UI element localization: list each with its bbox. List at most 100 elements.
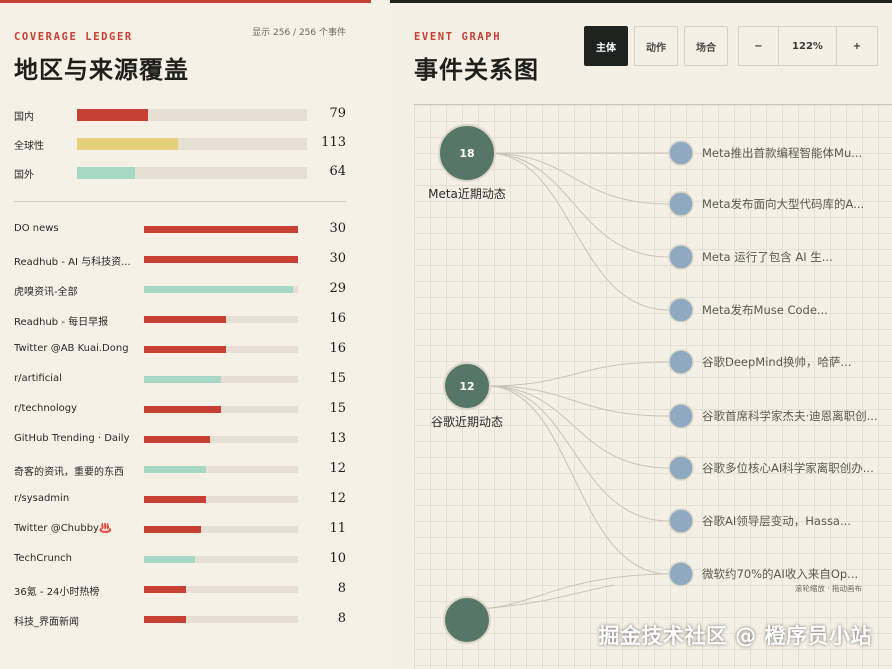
graph-edge <box>463 573 670 611</box>
source-label: r/technology <box>14 403 78 414</box>
source-bar-track <box>144 466 298 473</box>
event-label: 微软约70%的AI收入来自Op... <box>702 567 858 581</box>
source-bar-fill <box>144 376 221 383</box>
source-bar-fill <box>144 526 201 533</box>
source-bar-track <box>144 226 298 233</box>
source-bar-track <box>144 436 298 443</box>
source-label: GitHub Trending · Daily <box>14 433 130 444</box>
source-count: 15 <box>329 371 346 386</box>
mode-tab-occasion[interactable]: 场合 <box>684 26 728 66</box>
event-count-text: 显示 256 / 256 个事件 <box>252 28 346 38</box>
source-row[interactable]: Readhub - 每日早报 16 <box>14 311 346 328</box>
event-label: Meta 运行了包含 AI 生... <box>702 250 833 264</box>
source-bar-track <box>144 586 298 593</box>
event-node[interactable] <box>668 561 694 587</box>
event-node[interactable] <box>668 508 694 534</box>
source-bar-track <box>144 406 298 413</box>
source-bar-track <box>144 346 298 353</box>
source-label: r/artificial <box>14 373 62 384</box>
graph-title: 事件关系图 <box>414 55 539 84</box>
source-count: 13 <box>329 431 346 446</box>
region-bar-fill <box>77 138 179 150</box>
graph-edge <box>486 152 670 311</box>
source-row[interactable]: Readhub - AI 与科技资... 30 <box>14 251 346 268</box>
source-bar-fill <box>144 496 206 503</box>
graph-kicker: EVENT GRAPH <box>414 31 502 43</box>
event-node[interactable] <box>668 455 694 481</box>
divider <box>14 201 346 202</box>
panel-accent-bar <box>0 0 371 3</box>
event-node[interactable] <box>668 140 694 166</box>
source-row[interactable]: Twitter @Chubby♨️ 11 <box>14 521 346 538</box>
mode-tab-subject[interactable]: 主体 <box>584 26 628 66</box>
source-label: 奇客的资讯，重要的东西 <box>14 467 124 478</box>
event-label: Meta发布Muse Code... <box>702 303 828 317</box>
region-bar-track <box>77 167 307 179</box>
source-row[interactable]: 科技_界面新闻 8 <box>14 611 346 628</box>
event-node[interactable] <box>668 403 694 429</box>
region-label: 全球性 <box>14 141 44 152</box>
region-bar-track <box>77 109 307 121</box>
source-row[interactable]: Twitter @AB Kuai.Dong 16 <box>14 341 346 358</box>
source-label: 科技_界面新闻 <box>14 617 79 628</box>
region-row[interactable]: 全球性 113 <box>14 135 346 152</box>
source-row[interactable]: TechCrunch 10 <box>14 551 346 568</box>
source-count: 12 <box>329 491 346 506</box>
source-row[interactable]: r/artificial 15 <box>14 371 346 388</box>
graph-edge <box>486 152 670 205</box>
source-count: 30 <box>329 221 346 236</box>
source-bar-fill <box>144 226 298 233</box>
zoom-controls: − 122% + <box>738 26 878 66</box>
source-row[interactable]: 36氪 - 24小时热榜 8 <box>14 581 346 598</box>
zoom-in-button[interactable]: + <box>837 27 877 65</box>
zoom-out-button[interactable]: − <box>739 27 779 65</box>
hub-count: 18 <box>459 147 474 160</box>
graph-edge <box>486 385 670 522</box>
source-bar-track <box>144 286 298 293</box>
region-row[interactable]: 国外 64 <box>14 164 346 181</box>
source-row[interactable]: 奇客的资讯，重要的东西 12 <box>14 461 346 478</box>
hub-count: 12 <box>459 380 474 393</box>
source-count: 12 <box>329 461 346 476</box>
region-row[interactable]: 国内 79 <box>14 106 346 123</box>
watermark: 掘金技术社区 @ 橙序员小站 <box>598 624 872 648</box>
source-row[interactable]: DO news 30 <box>14 221 346 238</box>
source-row[interactable]: r/technology 15 <box>14 401 346 418</box>
graph-edge <box>486 152 670 258</box>
region-count: 113 <box>321 135 346 150</box>
event-node[interactable] <box>668 297 694 323</box>
source-bar-fill <box>144 256 298 263</box>
source-label: TechCrunch <box>14 553 73 564</box>
source-label: Readhub - 每日早报 <box>14 317 109 328</box>
source-row[interactable]: GitHub Trending · Daily 13 <box>14 431 346 448</box>
coverage-kicker: COVERAGE LEDGER <box>14 31 133 43</box>
graph-edge <box>486 361 670 387</box>
mode-tab-action[interactable]: 动作 <box>634 26 678 66</box>
source-row[interactable]: 虎嗅资讯-全部 29 <box>14 281 346 298</box>
hub-label: Meta近期动态 <box>428 187 506 201</box>
event-node[interactable] <box>668 191 694 217</box>
coverage-title: 地区与来源覆盖 <box>14 55 189 84</box>
source-label: 虎嗅资讯-全部 <box>14 287 78 298</box>
event-node[interactable] <box>668 349 694 375</box>
source-bar-track <box>144 526 298 533</box>
source-row[interactable]: r/sysadmin 12 <box>14 491 346 508</box>
source-bar-fill <box>144 556 195 563</box>
region-count: 79 <box>329 106 346 121</box>
event-graph-panel: EVENT GRAPH 事件关系图 主体 动作 场合 − 122% + 18 Me… <box>390 0 892 669</box>
event-label: 谷歌AI领导层变动，Hassa... <box>702 514 851 528</box>
source-count: 16 <box>329 341 346 356</box>
source-bar-track <box>144 496 298 503</box>
hub-label: 谷歌近期动态 <box>431 414 503 429</box>
source-bar-fill <box>144 616 186 623</box>
source-count: 29 <box>329 281 346 296</box>
panel-accent-bar <box>390 0 892 3</box>
region-bar-fill <box>77 109 149 121</box>
event-node[interactable] <box>668 244 694 270</box>
source-count: 15 <box>329 401 346 416</box>
region-label: 国外 <box>14 170 34 181</box>
region-bar-fill <box>77 167 135 179</box>
region-count: 64 <box>329 164 346 179</box>
source-bar-fill <box>144 286 294 293</box>
hub-node[interactable] <box>443 596 491 644</box>
